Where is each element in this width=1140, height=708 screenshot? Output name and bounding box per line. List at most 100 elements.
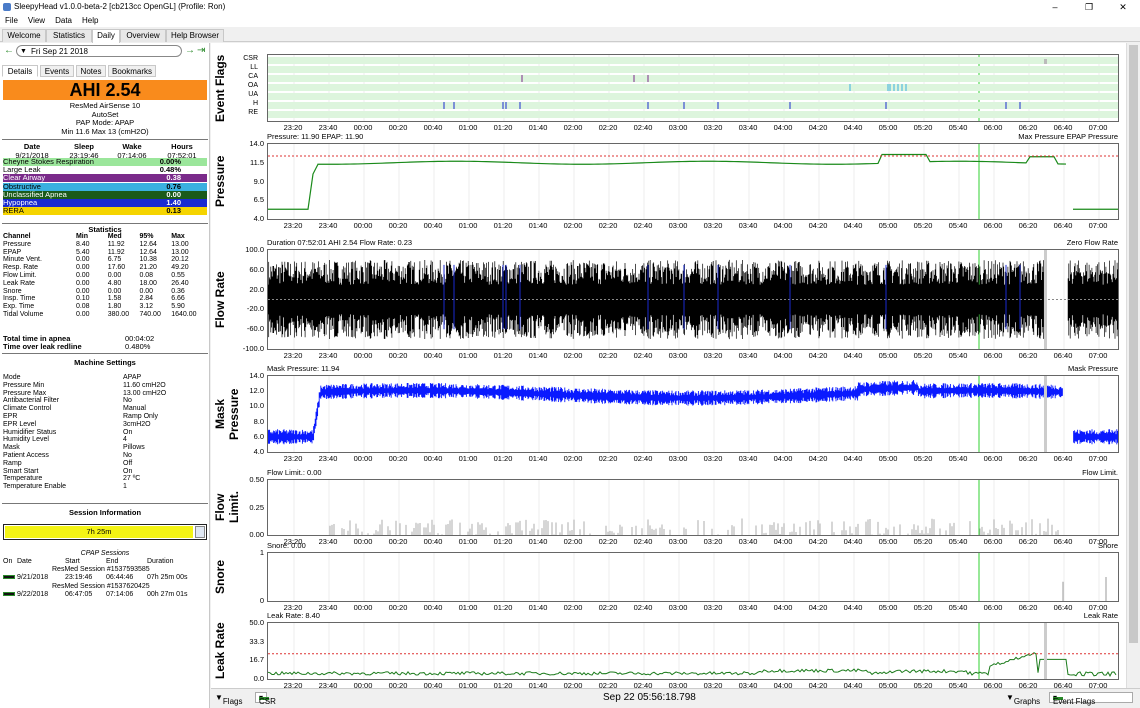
stats-row: EPAP 5.40 11.92 12.64 13.00 <box>3 249 203 257</box>
y-tick-label: 33.3 <box>249 636 264 646</box>
graph-title: Snore: 0.00 <box>267 541 306 550</box>
graph-flow[interactable]: Flow Rate Duration 07:52:01 AHI 2.54 Flow… <box>211 237 1140 362</box>
leak-redline-label: Time over leak redline <box>3 342 82 351</box>
menu-bar: File View Data Help <box>0 14 1140 27</box>
flag-row-label: CSR <box>243 55 258 62</box>
menu-help[interactable]: Help <box>77 14 103 27</box>
plot-area[interactable] <box>267 552 1119 602</box>
graph-title: Leak Rate: 8.40 <box>267 611 320 620</box>
graph-leak[interactable]: Leak Rate Leak Rate: 8.40 Leak Rate 50.0 33.… <box>211 610 1140 692</box>
leak-redline-value: 0.480% <box>125 342 151 351</box>
event-index-row[interactable]: RERA 0.13 <box>3 206 207 216</box>
graph-snore[interactable]: Snore Snore: 0.00 Snore 1 0 23:20 23:40 00:00 00… <box>211 540 1140 614</box>
summary-head-date: Date <box>23 142 41 151</box>
graph-title: Mask Pressure: 11.94 <box>267 364 340 373</box>
stats-cell: EPAP <box>3 248 22 256</box>
event-flags-dropdown[interactable]: Event Flags ▾ <box>1049 692 1133 706</box>
plot-area[interactable] <box>267 622 1119 680</box>
setting-row: EPR Level 3cmH2O <box>3 421 203 429</box>
session-start: 06:47:05 <box>65 591 93 598</box>
x-tick-label: 05:40 <box>948 221 968 230</box>
setting-value: 1 <box>123 483 127 491</box>
date-picker[interactable]: ▼ Fri Sep 21 2018 <box>16 45 182 57</box>
event-flags-label: Event Flags <box>1053 697 1096 706</box>
cursor-time: Sep 22 05:56:18.798 <box>603 692 696 703</box>
dropdown-icon: ▼ <box>20 48 27 55</box>
stats-row: Snore 0.00 0.00 0.00 0.36 <box>3 288 203 296</box>
x-tick-label: 06:20 <box>1018 454 1038 463</box>
stats-cell: Snore <box>3 287 22 295</box>
tab-help-browser[interactable]: Help Browser <box>166 29 224 42</box>
y-tick-label: 0.50 <box>249 475 264 484</box>
tab-notes[interactable]: Notes <box>76 65 106 77</box>
plot-area[interactable] <box>267 249 1119 350</box>
graph-axis-label: Snore <box>213 560 227 595</box>
flags-label: Flags <box>222 697 243 706</box>
session-date: 9/22/2018 <box>17 591 49 598</box>
stats-cell: 380.00 <box>107 310 130 318</box>
csr-dropdown[interactable]: CSR ▾ <box>255 692 276 706</box>
tab-overview[interactable]: Overview <box>120 29 166 42</box>
x-tick-label: 04:20 <box>808 454 828 463</box>
next-day-arrow-icon[interactable]: → <box>185 45 195 56</box>
plot-area[interactable]: CSR LL CA OA UA H RE <box>243 54 1119 122</box>
session-enabled-checkbox[interactable] <box>3 592 15 597</box>
flags-dropdown[interactable]: ▼ Flags <box>215 693 242 706</box>
menu-view[interactable]: View <box>23 14 50 27</box>
stats-cell: 49.20 <box>171 264 189 272</box>
stats-cell: 0.00 <box>75 310 90 318</box>
tab-welcome[interactable]: Welcome <box>2 29 46 42</box>
setting-name: Mode <box>3 374 21 381</box>
tab-bookmarks[interactable]: Bookmarks <box>108 65 156 77</box>
graph-flags[interactable]: Event Flags CSR LL CA OA UA H RE 23:20 23:40 00:00… <box>211 43 1140 134</box>
session-row[interactable]: 9/21/2018 23:19:46 06:44:46 07h 25m 00s <box>3 574 207 582</box>
stats-cell: 740.00 <box>139 310 161 318</box>
x-tick-label: 23:40 <box>318 351 338 360</box>
graph-flowlim[interactable]: Flow Limit. Flow Limit.: 0.00 Flow Limit. 0… <box>211 467 1140 548</box>
stats-cell: 6.75 <box>107 256 122 264</box>
x-tick-label: 04:40 <box>843 221 863 230</box>
setting-value: 13.00 cmH2O <box>123 389 167 397</box>
plot-area[interactable] <box>267 375 1119 453</box>
plot-area[interactable] <box>267 479 1119 536</box>
setting-value: Ramp Only <box>123 412 159 420</box>
x-tick-label: 05:00 <box>878 454 898 463</box>
stats-cell: 26.40 <box>171 279 189 287</box>
flag-row-label: RE <box>248 109 258 116</box>
x-tick-label: 03:20 <box>703 351 723 360</box>
session-timeline[interactable]: 7h 25m <box>3 524 207 540</box>
setting-row: Patient Access No <box>3 452 203 460</box>
tab-events[interactable]: Events <box>40 65 74 77</box>
graph-mask[interactable]: Mask Pressure Mask Pressure: 11.94 Mask Pr… <box>211 363 1140 465</box>
x-tick-label: 04:00 <box>773 221 793 230</box>
x-tick-label: 06:40 <box>1053 454 1073 463</box>
stats-row: Flow Limit. 0.00 0.00 0.08 0.55 <box>3 272 203 280</box>
maximize-button[interactable]: ❐ <box>1072 0 1106 14</box>
y-tick-label: 50.0 <box>249 618 264 627</box>
tab-daily[interactable]: Daily <box>92 29 120 43</box>
y-tick-label: 6.0 <box>253 431 264 441</box>
plot-area[interactable] <box>267 143 1119 220</box>
graph-title: Duration 07:52:01 AHI 2.54 Flow Rate: 0.… <box>267 238 413 247</box>
menu-data[interactable]: Data <box>50 14 77 27</box>
setting-name: Climate Control <box>3 405 52 413</box>
event-value: 0.13 <box>166 206 181 216</box>
last-day-icon[interactable]: ⇥ <box>197 45 205 56</box>
stats-cell: 0.55 <box>171 271 185 279</box>
x-tick-label: 07:00 <box>1088 351 1108 360</box>
setting-value: Pillows <box>123 444 145 452</box>
x-tick-label: 01:40 <box>528 351 548 360</box>
tab-statistics[interactable]: Statistics <box>46 29 92 42</box>
graph-pressure[interactable]: Pressure Pressure: 11.90 EPAP: 11.90 Max P… <box>211 131 1140 232</box>
close-button[interactable]: ✕ <box>1106 0 1140 14</box>
session-row[interactable]: 9/22/2018 06:47:05 07:14:06 00h 27m 01s <box>3 591 207 599</box>
stats-cell: Flow Limit. <box>3 271 37 279</box>
prev-day-arrow-icon[interactable]: ← <box>4 45 14 56</box>
graphs-dropdown[interactable]: ▼ Graphs <box>1006 693 1040 706</box>
minimize-button[interactable]: – <box>1038 0 1072 14</box>
session-enabled-checkbox[interactable] <box>3 575 15 580</box>
menu-file[interactable]: File <box>0 14 23 27</box>
x-tick-label: 00:20 <box>388 454 408 463</box>
tab-details[interactable]: Details <box>2 65 38 77</box>
divider <box>2 353 208 354</box>
